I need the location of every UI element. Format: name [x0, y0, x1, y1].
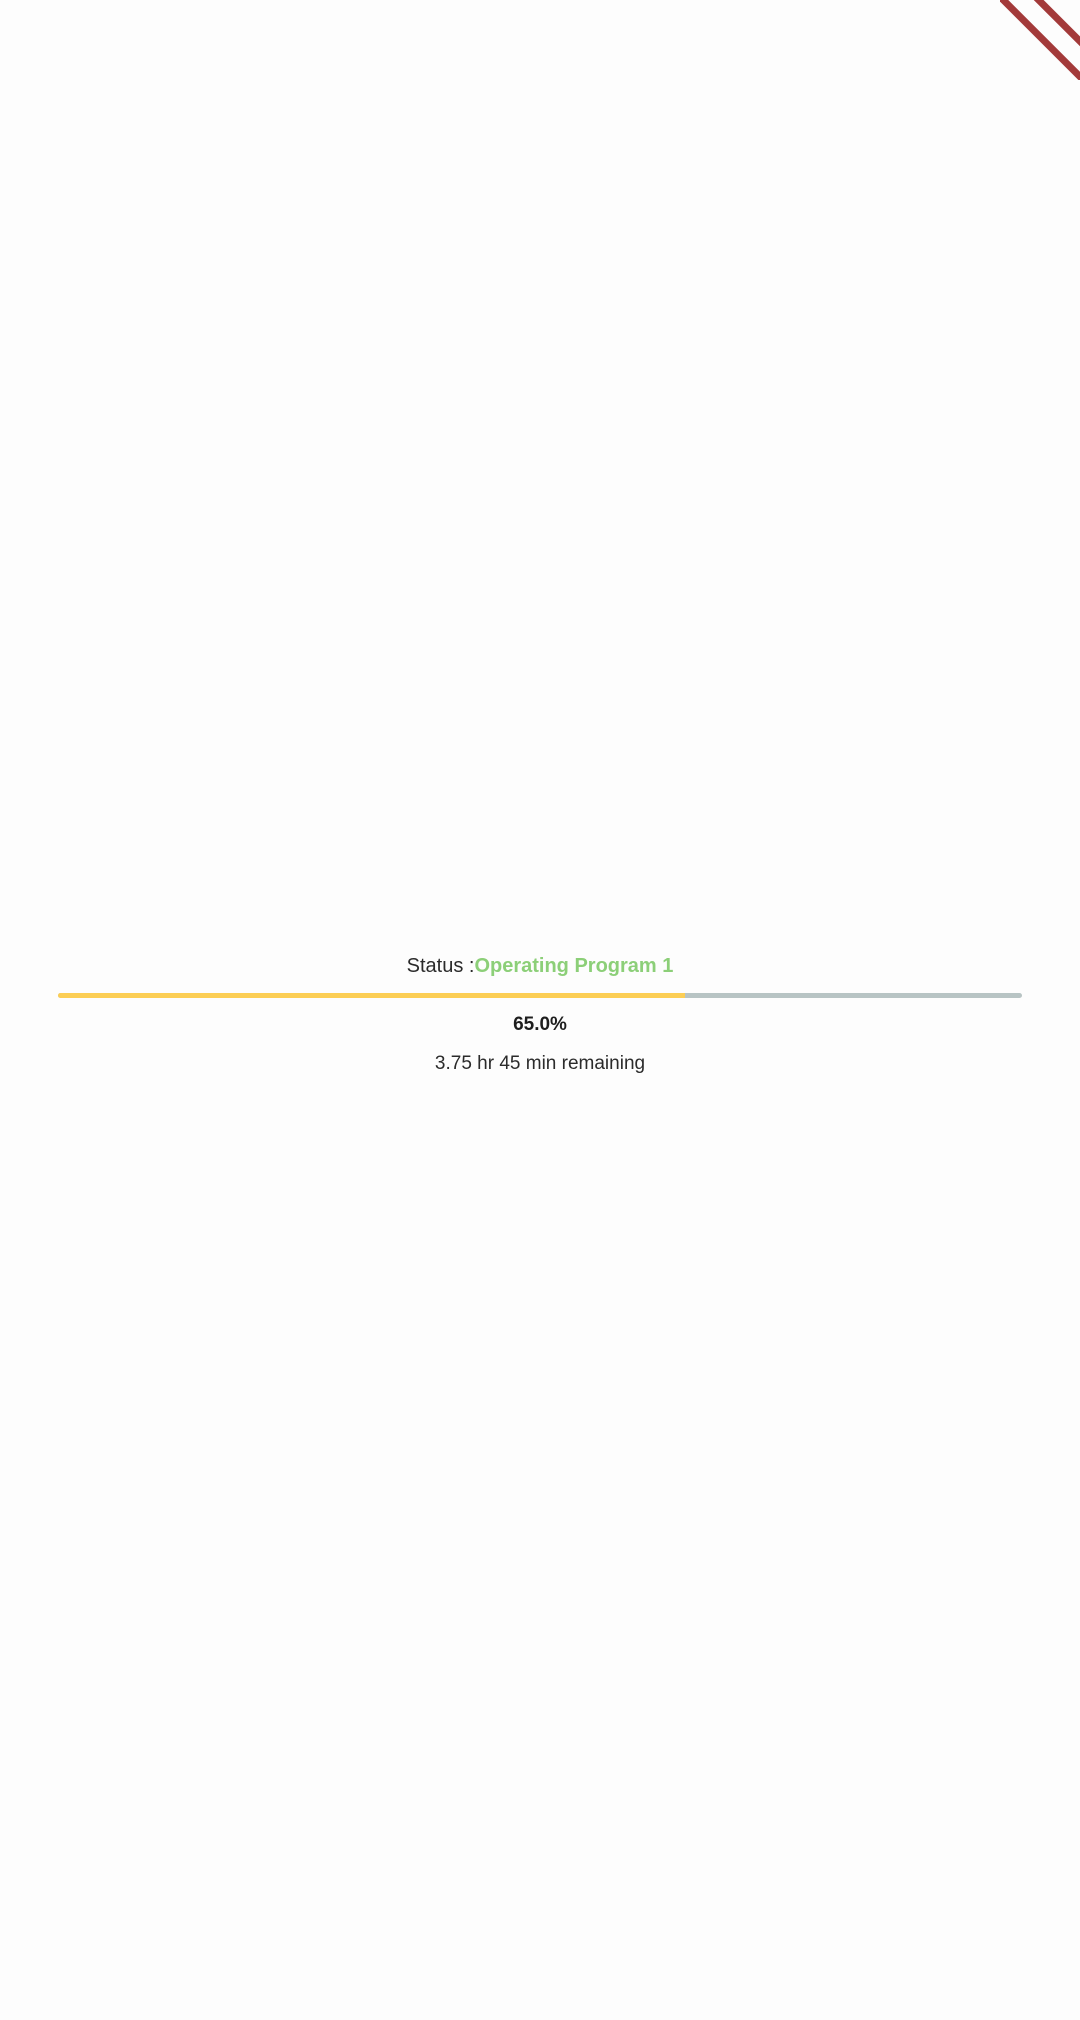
status-label: Status :: [406, 955, 475, 977]
progress-bar: [58, 993, 1022, 998]
app-screen: Status :Operating Program 1 65.0% 3.75 h…: [0, 0, 1080, 2020]
progress-bar-fill: [58, 993, 685, 998]
status-value: Operating Program 1: [474, 955, 674, 977]
progress-percent: 65.0%: [513, 1014, 567, 1035]
debug-ribbon: [1000, 0, 1080, 80]
operation-status-panel: Status :Operating Program 1 65.0% 3.75 h…: [0, 950, 1080, 1078]
debug-banner-icon: [1000, 0, 1080, 80]
status-line: Status :Operating Program 1: [0, 950, 1080, 982]
time-remaining: 3.75 hr 45 min remaining: [434, 1053, 646, 1074]
